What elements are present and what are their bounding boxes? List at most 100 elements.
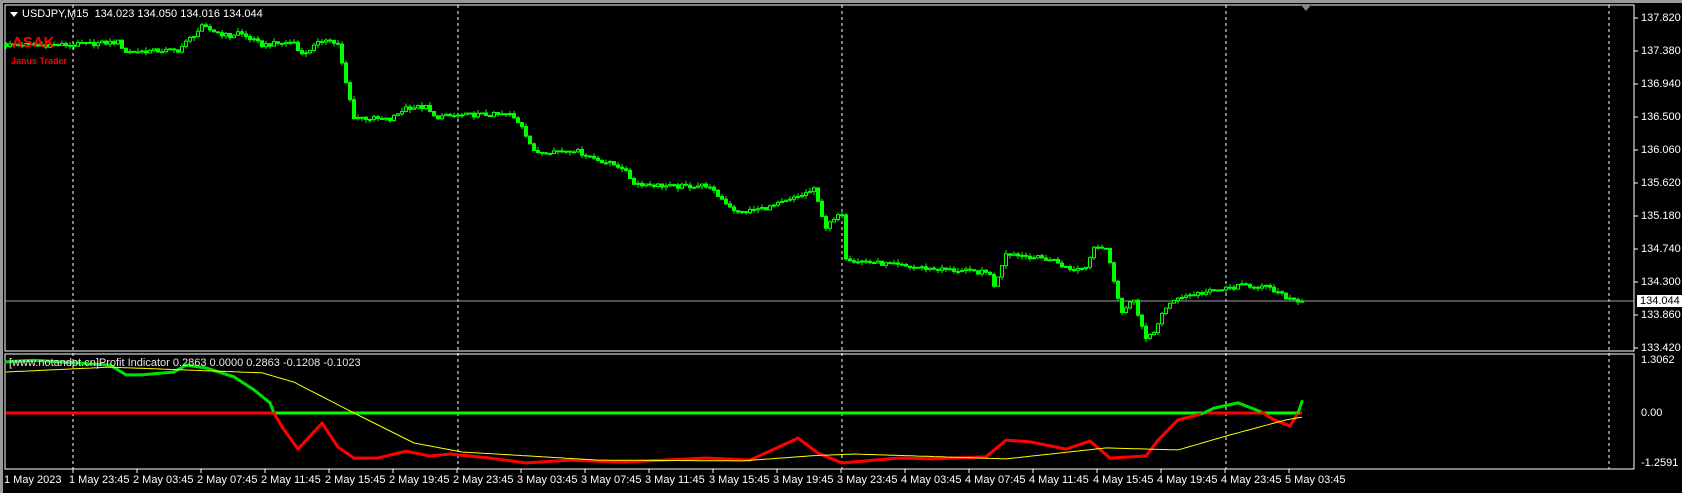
candle-body <box>412 107 416 110</box>
candle-body <box>1124 307 1128 313</box>
candle <box>88 38 92 45</box>
candle-body <box>500 113 504 116</box>
candle-body <box>732 206 736 212</box>
candle <box>636 180 640 188</box>
candle <box>548 152 552 156</box>
candle <box>1160 311 1164 327</box>
price-axis-label: 136.940 <box>1641 78 1681 90</box>
symbol-label: USDJPY,M15 <box>22 8 89 20</box>
candle-body <box>1092 246 1096 259</box>
candle-body <box>1000 265 1004 278</box>
candle-body <box>1164 307 1168 315</box>
candle <box>204 22 208 28</box>
candle-body <box>736 210 740 213</box>
time-axis-label: 4 May 15:45 <box>1093 474 1154 486</box>
candle <box>936 268 940 274</box>
candle-body <box>656 183 660 187</box>
candle <box>1060 260 1064 269</box>
candle-body <box>1268 284 1272 288</box>
candle <box>828 220 832 232</box>
time-axis-label: 3 May 07:45 <box>581 474 642 486</box>
candle <box>160 48 164 54</box>
candle-body <box>476 112 480 118</box>
candle <box>796 193 800 200</box>
candle <box>416 104 420 110</box>
candle-body <box>640 182 644 187</box>
candle-body <box>1108 247 1112 264</box>
candle-body <box>416 105 420 109</box>
candle <box>328 38 332 43</box>
candle-body <box>1100 246 1104 249</box>
candle <box>1192 291 1196 297</box>
candle-body <box>692 186 696 189</box>
candle-body <box>600 159 604 164</box>
candle <box>352 95 356 120</box>
candle <box>640 180 644 189</box>
candle-body <box>784 199 788 202</box>
candle-body <box>892 262 896 265</box>
candle-body <box>844 214 848 260</box>
candle <box>332 39 336 47</box>
candle-body <box>1148 334 1152 339</box>
candle <box>1280 290 1284 296</box>
candle <box>1200 290 1204 297</box>
candle-body <box>524 126 528 137</box>
candle-body <box>92 41 96 47</box>
candle <box>996 276 1000 287</box>
candle <box>788 196 792 203</box>
candle-body <box>1016 253 1020 257</box>
candle-body <box>396 113 400 116</box>
candle <box>260 40 264 48</box>
candle <box>880 260 884 266</box>
chart-canvas[interactable] <box>0 0 1682 493</box>
candle-body <box>696 185 700 188</box>
candle <box>496 111 500 117</box>
ohlc-values: 134.023 134.050 134.016 134.044 <box>94 8 263 20</box>
candle <box>1240 280 1244 286</box>
candle-body <box>1012 253 1016 256</box>
candle-body <box>788 198 792 201</box>
candle-body <box>1208 289 1212 293</box>
candle <box>812 186 816 195</box>
candle <box>852 258 856 264</box>
candle <box>252 36 256 43</box>
candle-body <box>1056 258 1060 264</box>
candle <box>528 135 532 145</box>
candle-body <box>172 48 176 51</box>
candle-body <box>1220 289 1224 292</box>
candle <box>824 214 828 231</box>
candle-body <box>948 268 952 271</box>
candle-body <box>1060 262 1064 268</box>
price-axis-label: 135.180 <box>1641 210 1681 222</box>
asak-logo-text: ASAK <box>12 34 55 51</box>
candle <box>264 40 268 49</box>
candle-body <box>936 268 940 271</box>
candle <box>116 39 120 46</box>
candle-body <box>1036 255 1040 259</box>
candle <box>724 195 728 206</box>
candle-body <box>912 266 916 269</box>
candle <box>1176 297 1180 304</box>
chart-menu-triangle-icon[interactable] <box>10 11 18 17</box>
candle-body <box>968 268 972 271</box>
candle <box>792 194 796 203</box>
candle <box>1036 254 1040 260</box>
candle-body <box>860 260 864 263</box>
candle <box>1144 323 1148 343</box>
candle <box>280 42 284 47</box>
candle <box>1196 290 1200 299</box>
candle <box>656 182 660 189</box>
candle-body <box>828 221 832 229</box>
candle-body <box>652 184 656 187</box>
candle <box>568 150 572 156</box>
candle <box>304 50 308 58</box>
candle-body <box>576 149 580 153</box>
candle <box>80 39 84 45</box>
candle-body <box>536 149 540 153</box>
candle <box>1204 288 1208 297</box>
candle-body <box>256 38 260 42</box>
candle-body <box>484 112 488 117</box>
candle <box>320 39 324 46</box>
candle-body <box>724 198 728 205</box>
candle-body <box>924 266 928 270</box>
